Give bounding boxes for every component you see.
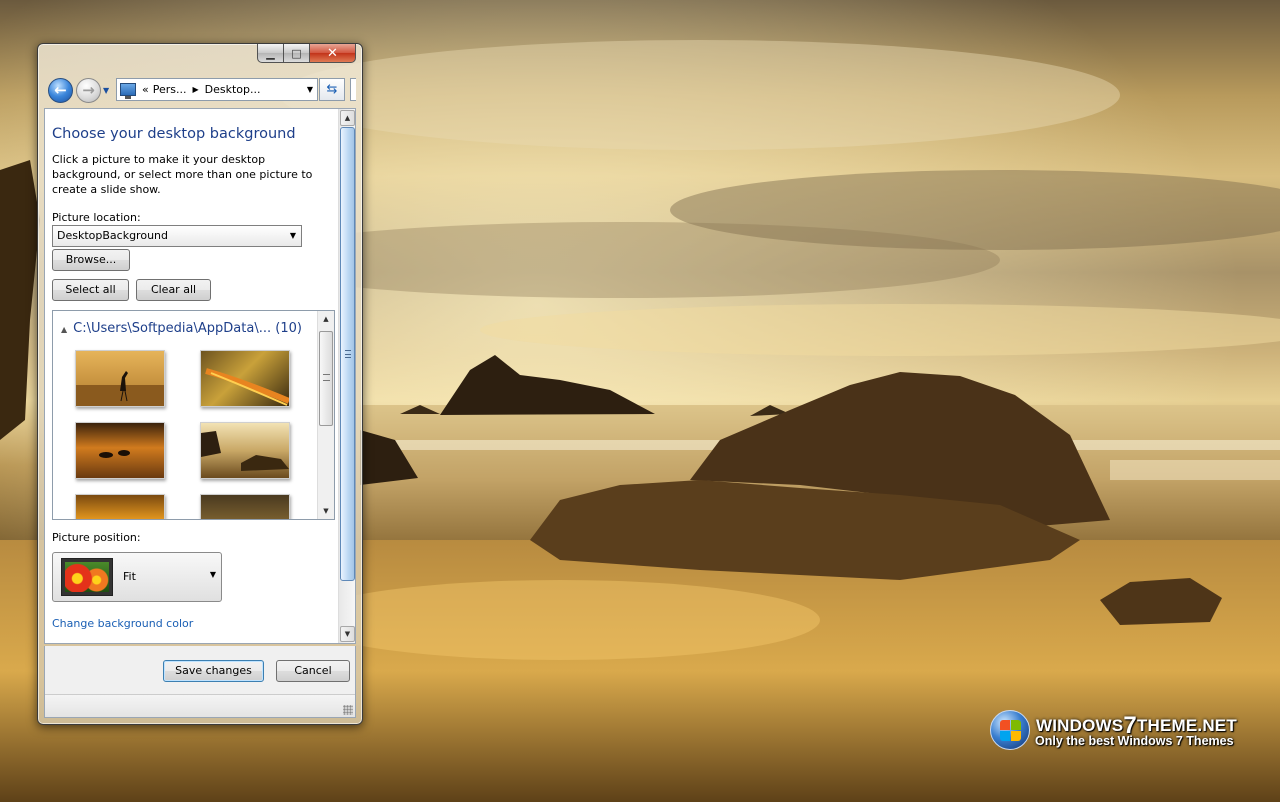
thumbnail-leaf[interactable] [200, 350, 290, 407]
page-description: Click a picture to make it your desktop … [52, 153, 313, 196]
navigation-bar: ← → ▼ « Pers... ▶ Desktop... ▼ ⇆ [46, 76, 356, 104]
content-scroll-thumb[interactable] [340, 127, 355, 581]
address-bar[interactable]: « Pers... ▶ Desktop... ▼ [116, 78, 318, 101]
picture-position-select[interactable]: Fit ▼ [52, 552, 222, 602]
picture-location-label: Picture location: [52, 211, 141, 224]
scroll-grip-icon [345, 350, 351, 358]
content-scrollbar[interactable]: ▲ ▼ [338, 109, 355, 643]
select-all-button[interactable]: Select all [52, 279, 129, 301]
refresh-icon[interactable]: ⇆ [319, 78, 345, 101]
search-box[interactable] [350, 78, 356, 101]
caption-buttons: ▁ □ ✕ [257, 44, 356, 64]
thumbnail-reflection[interactable] [200, 494, 290, 519]
change-background-color-link[interactable]: Change background color [52, 617, 193, 630]
close-button[interactable]: ✕ [310, 44, 356, 63]
scroll-grip-icon [323, 374, 330, 381]
dialog-footer: Save changes Cancel [44, 646, 356, 718]
leaf-shape [205, 368, 289, 406]
cancel-button[interactable]: Cancel [276, 660, 350, 682]
clear-all-button[interactable]: Clear all [136, 279, 211, 301]
scroll-up-icon[interactable]: ▲ [319, 312, 333, 326]
breadcrumb-desktop-background[interactable]: Desktop... [205, 83, 261, 96]
position-preview-image [61, 558, 113, 596]
desktop-background-window: ▁ □ ✕ ← → ▼ « Pers... ▶ Desktop... ▼ ⇆ C… [37, 43, 363, 725]
picture-group-header[interactable]: ▲ C:\Users\Softpedia\AppData\... (10) [61, 321, 302, 336]
scroll-down-icon[interactable]: ▼ [319, 504, 333, 518]
chevron-down-icon: ▼ [209, 570, 216, 579]
windows-logo-icon [990, 710, 1030, 750]
picture-list-scrollbar[interactable]: ▲ ▼ [317, 311, 334, 519]
thumbnail-sunset[interactable] [75, 494, 165, 519]
resize-grip-icon[interactable] [343, 705, 353, 715]
chevron-down-icon: ▼ [289, 231, 296, 240]
status-bar [45, 694, 355, 717]
picture-location-select[interactable]: DesktopBackground ▼ [52, 225, 302, 247]
maximize-button[interactable]: □ [284, 44, 310, 63]
ducks-silhouette [99, 450, 130, 458]
scroll-down-icon[interactable]: ▼ [340, 626, 355, 642]
minimize-button[interactable]: ▁ [257, 44, 284, 63]
address-dropdown-icon[interactable]: ▼ [307, 85, 313, 94]
group-count: (10) [275, 321, 302, 336]
thumbnail-beach-rocks[interactable] [200, 422, 290, 479]
picture-list-scroll-thumb[interactable] [319, 331, 333, 426]
collapse-triangle-icon: ▲ [61, 325, 68, 334]
flower-preview-icon [65, 562, 109, 592]
scroll-up-icon[interactable]: ▲ [340, 110, 355, 126]
breadcrumb-chevron-icon[interactable]: ▶ [193, 85, 199, 94]
picture-location-value: DesktopBackground [57, 229, 168, 242]
windows7theme-branding: WINDOWS7THEME.NET Only the best Windows … [990, 708, 1260, 754]
recent-pages-dropdown-icon[interactable]: ▼ [103, 86, 109, 95]
picture-list: ▲ C:\Users\Softpedia\AppData\... (10) ▲ ▼ [52, 310, 335, 520]
picture-position-value: Fit [123, 570, 136, 583]
page-title: Choose your desktop background [52, 126, 296, 142]
branding-subtitle: Only the best Windows 7 Themes [1035, 734, 1234, 748]
content-pane: Choose your desktop background Click a p… [44, 108, 356, 644]
forward-arrow-icon[interactable]: → [76, 78, 101, 103]
picture-position-label: Picture position: [52, 531, 141, 544]
group-path: C:\Users\Softpedia\AppData\... [73, 321, 272, 336]
save-changes-button[interactable]: Save changes [163, 660, 264, 682]
thumbnail-ducks[interactable] [75, 422, 165, 479]
heron-silhouette [76, 371, 164, 406]
back-arrow-icon[interactable]: ← [48, 78, 73, 103]
breadcrumb-personalization[interactable]: Pers... [153, 83, 187, 96]
cut-off-text: ―― ――― [52, 641, 112, 643]
control-panel-icon [120, 83, 136, 99]
browse-button[interactable]: Browse... [52, 249, 130, 271]
thumbnail-heron[interactable] [75, 350, 165, 407]
rocks-silhouette [201, 431, 289, 471]
breadcrumb-overflow[interactable]: « [142, 83, 149, 96]
